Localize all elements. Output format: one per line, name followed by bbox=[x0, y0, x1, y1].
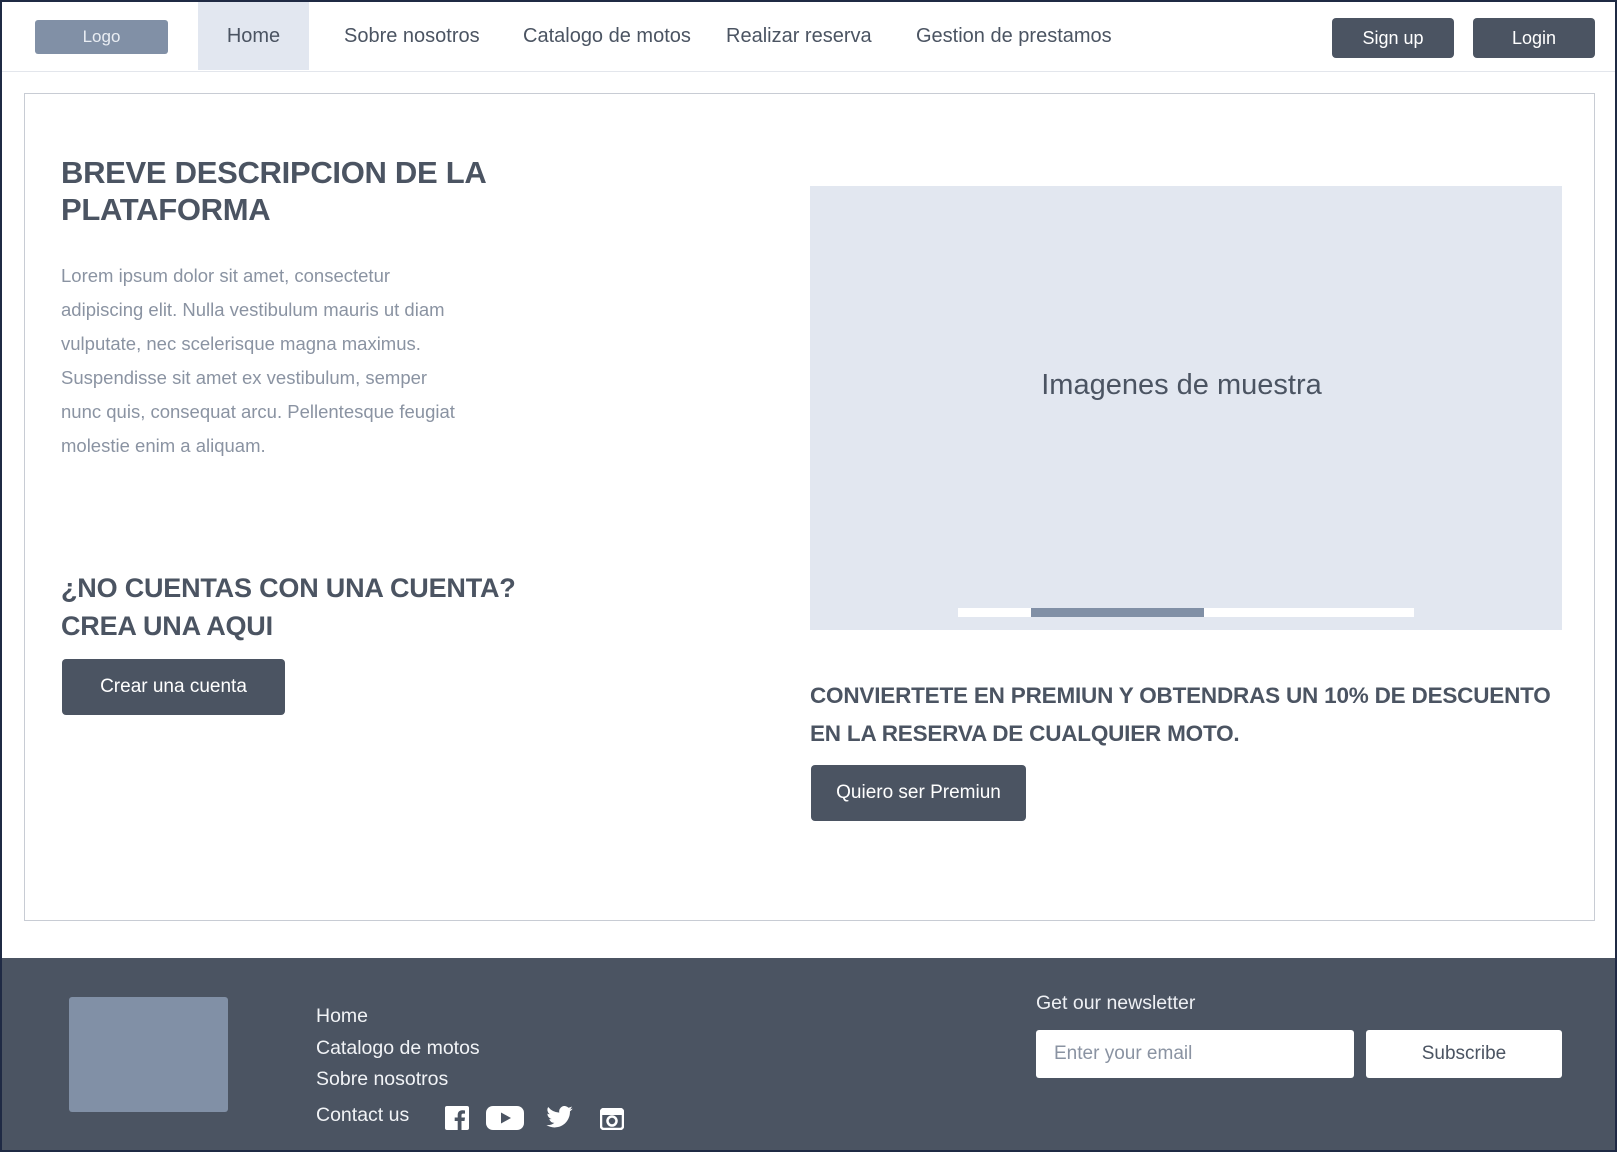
footer-link-catalogo[interactable]: Catalogo de motos bbox=[316, 1037, 480, 1060]
nav-item-gestion-prestamos[interactable]: Gestion de prestamos bbox=[916, 2, 1112, 70]
premium-button[interactable]: Quiero ser Premiun bbox=[811, 765, 1026, 821]
create-account-button[interactable]: Crear una cuenta bbox=[62, 659, 285, 715]
signup-button[interactable]: Sign up bbox=[1332, 18, 1454, 58]
login-button[interactable]: Login bbox=[1473, 18, 1595, 58]
subscribe-button[interactable]: Subscribe bbox=[1366, 1030, 1562, 1078]
footer-contact-label[interactable]: Contact us bbox=[316, 1104, 409, 1127]
newsletter-label: Get our newsletter bbox=[1036, 992, 1196, 1014]
footer: Home Catalogo de motos Sobre nosotros Co… bbox=[2, 958, 1615, 1150]
footer-link-home[interactable]: Home bbox=[316, 1005, 368, 1028]
nav-item-home[interactable]: Home bbox=[198, 2, 309, 70]
no-account-line-2: CREA UNA AQUI bbox=[61, 611, 273, 641]
main-card: BREVE DESCRIPCION DE LA PLATAFORMA Lorem… bbox=[24, 93, 1595, 921]
top-navbar: Logo Home Sobre nosotros Catalogo de mot… bbox=[2, 2, 1615, 72]
no-account-line-1: ¿NO CUENTAS CON UNA CUENTA? bbox=[61, 573, 516, 603]
facebook-icon[interactable] bbox=[445, 1106, 469, 1135]
platform-description: Lorem ipsum dolor sit amet, consectetur … bbox=[61, 265, 455, 456]
slider-progress-fill bbox=[1030, 608, 1205, 617]
nav-item-sobre-nosotros[interactable]: Sobre nosotros bbox=[344, 2, 480, 70]
premium-promo-text: CONVIERTETE EN PREMIUN Y OBTENDRAS UN 10… bbox=[810, 683, 1551, 746]
logo[interactable]: Logo bbox=[35, 20, 168, 54]
slider-progress-track[interactable] bbox=[958, 608, 1414, 617]
slider-caption: Imagenes de muestra bbox=[1041, 369, 1322, 401]
youtube-icon[interactable] bbox=[486, 1106, 524, 1135]
newsletter-email-input[interactable] bbox=[1036, 1030, 1354, 1078]
image-slider[interactable]: Imagenes de muestra bbox=[810, 186, 1562, 630]
twitter-icon[interactable] bbox=[546, 1105, 573, 1133]
footer-link-sobre-nosotros[interactable]: Sobre nosotros bbox=[316, 1068, 448, 1091]
nav-item-catalogo[interactable]: Catalogo de motos bbox=[523, 2, 691, 70]
nav-item-realizar-reserva[interactable]: Realizar reserva bbox=[726, 2, 872, 70]
footer-logo bbox=[69, 997, 228, 1112]
instagram-icon[interactable] bbox=[599, 1107, 625, 1135]
no-account-heading: ¿NO CUENTAS CON UNA CUENTA? CREA UNA AQU… bbox=[61, 569, 531, 645]
platform-title: BREVE DESCRIPCION DE LA PLATAFORMA bbox=[61, 155, 486, 227]
